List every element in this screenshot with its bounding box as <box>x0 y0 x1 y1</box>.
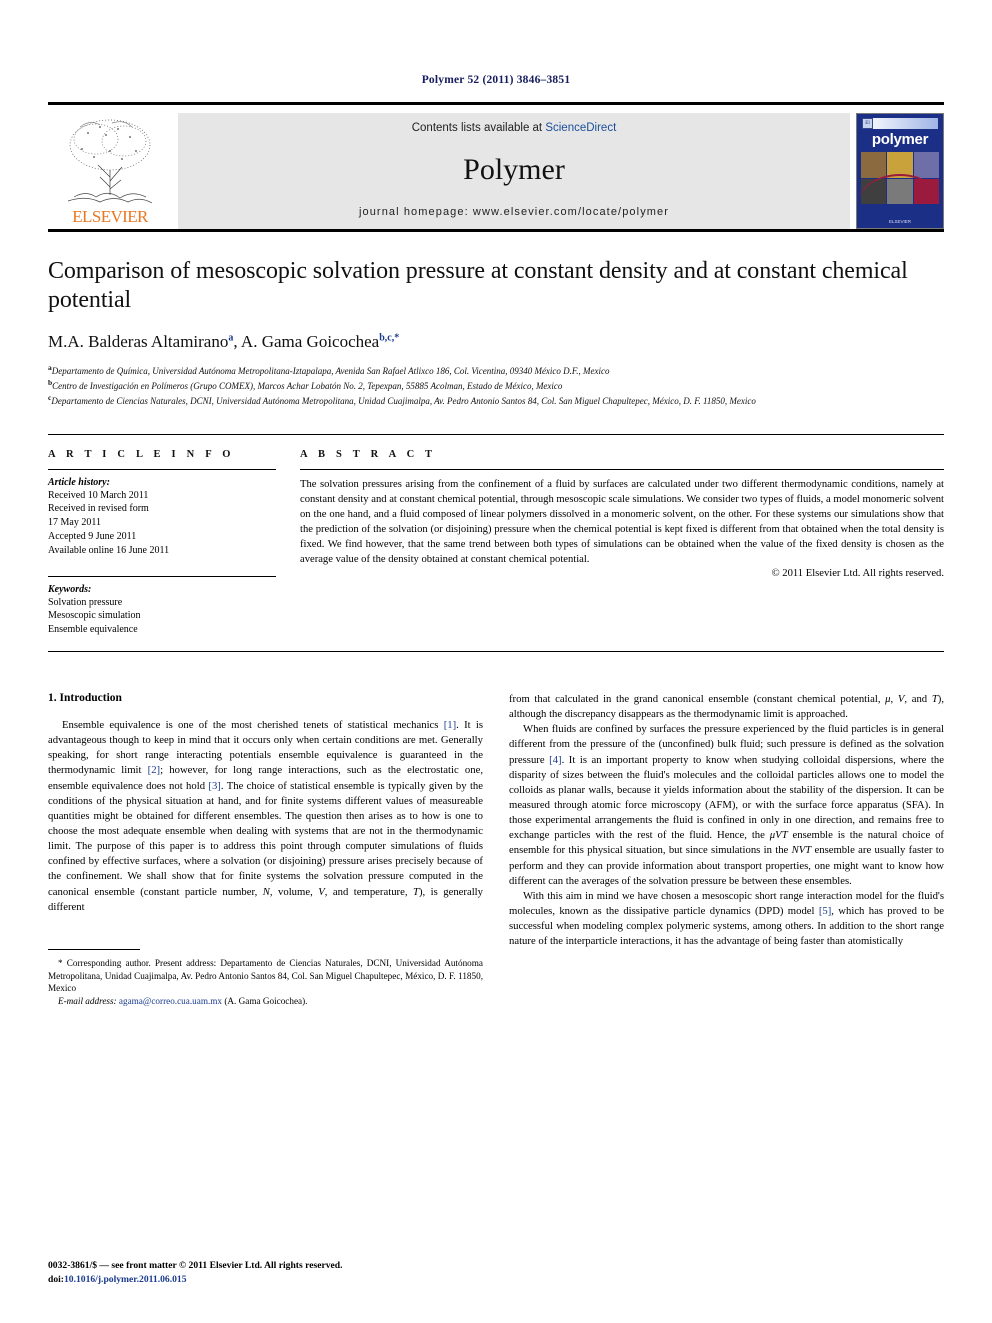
article-info-heading: A R T I C L E I N F O <box>48 448 235 460</box>
cover-footer: ELSEVIER <box>888 219 911 224</box>
journal-masthead: ELSEVIER Contents lists available at Sci… <box>48 102 944 232</box>
journal-title: Polymer <box>463 153 565 186</box>
affiliation-b-text: Centro de Investigación en Polímeros (Gr… <box>52 380 563 391</box>
issn-front-matter-line: 0032-3861/$ — see front matter © 2011 El… <box>48 1260 343 1272</box>
title-block: Comparison of mesoscopic solvation press… <box>48 229 944 408</box>
doi-label: doi: <box>48 1274 64 1286</box>
elsevier-logo: ELSEVIER <box>48 113 172 229</box>
article-info-rule <box>48 468 276 470</box>
footnote-rule <box>48 948 140 950</box>
citation-1[interactable]: [1] <box>444 719 456 731</box>
citation-4[interactable]: [4] <box>549 754 561 766</box>
intro-paragraph-3: With this aim in mind we have chosen a m… <box>509 889 944 950</box>
body-columns: 1. Introduction Ensemble equivalence is … <box>48 692 944 1008</box>
intro-text-e: , volume, <box>269 885 319 898</box>
email-link[interactable]: agama@correo.cua.uam.mx <box>119 996 222 1006</box>
keyword-2: Mesoscopic simulation <box>48 610 141 622</box>
abstract-copyright: © 2011 Elsevier Ltd. All rights reserved… <box>771 567 944 579</box>
contents-prefix: Contents lists available at <box>411 122 546 134</box>
variable-nvt: NVT <box>791 844 812 857</box>
email-note: E-mail address: agama@correo.cua.uam.mx … <box>48 995 483 1008</box>
intro-paragraph-1: Ensemble equivalence is one of the most … <box>48 718 483 915</box>
variable-n: N <box>262 885 270 898</box>
affiliation-a: aDepartamento de Química, Universidad Au… <box>48 363 944 378</box>
footnote-block: * Corresponding author. Present address:… <box>48 948 483 1008</box>
article-info-column: A R T I C L E I N F O Article history: R… <box>48 449 300 637</box>
history-revised-date: 17 May 2011 <box>48 517 101 529</box>
doi-link[interactable]: 10.1016/j.polymer.2011.06.015 <box>64 1274 187 1285</box>
journal-article-page: Polymer 52 (2011) 3846–3851 ELSEVIER Con… <box>0 0 992 1323</box>
body-column-right: from that calculated in the grand canoni… <box>509 692 944 1008</box>
doi-line: doi:10.1016/j.polymer.2011.06.015 <box>48 1273 343 1287</box>
keywords-rule <box>48 575 276 577</box>
author-list: M.A. Balderas Altamiranoa, A. Gama Goico… <box>48 332 944 352</box>
email-label: E-mail address: <box>58 995 117 1006</box>
citation-2[interactable]: [2] <box>148 764 160 776</box>
intro-text-a: Ensemble equivalence is one of the most … <box>62 719 444 732</box>
citation-5[interactable]: [5] <box>819 905 831 917</box>
abstract-rule <box>300 468 944 470</box>
abstract-text: The solvation pressures arising from the… <box>300 478 944 565</box>
keywords-label: Keywords: <box>48 583 92 595</box>
sciencedirect-link[interactable]: ScienceDirect <box>545 122 616 134</box>
intro-paragraph-1-continued: from that calculated in the grand canoni… <box>509 692 944 722</box>
abstract-bottom-rule <box>48 651 944 653</box>
cover-title: polymer <box>871 131 929 148</box>
journal-homepage-link[interactable]: journal homepage: www.elsevier.com/locat… <box>359 206 669 218</box>
section-heading-introduction: 1. Introduction <box>48 692 122 705</box>
keyword-1: Solvation pressure <box>48 596 123 608</box>
history-received: Received 10 March 2011 <box>48 489 149 501</box>
intro-text-d: . The choice of statistical ensemble is … <box>48 779 484 898</box>
email-owner: (A. Gama Goicochea). <box>224 995 308 1006</box>
author-2-affiliation-marker: b,c,* <box>379 331 400 343</box>
corresponding-author-note: * Corresponding author. Present address:… <box>48 957 483 994</box>
affiliation-list: aDepartamento de Química, Universidad Au… <box>48 363 944 408</box>
author-1: M.A. Balderas Altamirano <box>48 331 229 351</box>
intro-paragraph-2: When fluids are confined by surfaces the… <box>509 722 944 889</box>
page-footer: 0032-3861/$ — see front matter © 2011 El… <box>48 1259 343 1287</box>
affiliation-c-text: Departamento de Ciencias Naturales, DCNI… <box>51 395 756 406</box>
cover-top-bar <box>862 118 938 129</box>
right-text-a: from that calculated in the grand canoni… <box>509 693 886 706</box>
abstract-column: A B S T R A C T The solvation pressures … <box>300 449 944 637</box>
affiliation-c: cDepartamento de Ciencias Naturales, DCN… <box>48 393 944 408</box>
history-revised: Received in revised form <box>48 503 149 515</box>
affiliation-b: bCentro de Investigación en Polímeros (G… <box>48 378 944 393</box>
elsevier-tree-icon <box>67 119 153 204</box>
intro-text-f: , and temperature, <box>324 885 413 898</box>
elsevier-wordmark: ELSEVIER <box>72 207 148 226</box>
contents-available-line: Contents lists available at ScienceDirec… <box>412 122 617 134</box>
history-online: Available online 16 June 2011 <box>48 544 170 556</box>
journal-banner: Contents lists available at ScienceDirec… <box>178 113 850 229</box>
citation-3[interactable]: [3] <box>208 780 220 792</box>
info-abstract-block: A R T I C L E I N F O Article history: R… <box>48 433 944 637</box>
history-accepted: Accepted 9 June 2011 <box>48 531 137 543</box>
abstract-heading: A B S T R A C T <box>300 448 437 460</box>
author-separator: , A. Gama Goicochea <box>233 331 380 351</box>
variable-muvt: μVT <box>769 829 788 842</box>
affiliation-a-text: Departamento de Química, Universidad Aut… <box>51 365 610 376</box>
journal-cover-thumbnail: El polymer ELSEVIER <box>856 113 944 229</box>
page-title: Comparison of mesoscopic solvation press… <box>48 258 908 314</box>
right-text-c: , and <box>904 693 932 706</box>
cover-badge: El <box>862 118 873 129</box>
body-column-left: 1. Introduction Ensemble equivalence is … <box>48 692 483 1008</box>
running-head: Polymer 52 (2011) 3846–3851 <box>421 74 571 86</box>
keyword-3: Ensemble equivalence <box>48 624 138 636</box>
masthead-bottom-rule <box>48 229 944 232</box>
right-text-b: , <box>890 693 898 706</box>
article-history-label: Article history: <box>48 476 110 488</box>
